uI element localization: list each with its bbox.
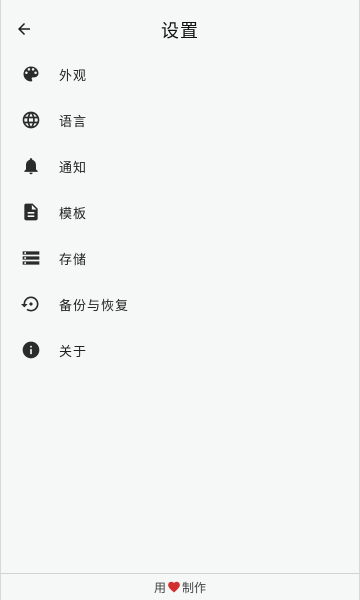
- page-title: 设置: [161, 21, 199, 42]
- menu-item-appearance[interactable]: 外观: [1, 51, 359, 97]
- footer: 用 制作: [1, 574, 359, 600]
- menu-item-notifications[interactable]: 通知: [1, 143, 359, 189]
- settings-screen: 设置 外观 语言 通知 模板 存储 备份与恢复 关于 用 制作: [0, 0, 360, 600]
- menu-item-storage[interactable]: 存储: [1, 235, 359, 281]
- menu-item-label: 外观: [59, 68, 88, 84]
- globe-icon: [21, 110, 41, 130]
- menu-item-label: 备份与恢复: [59, 298, 130, 314]
- storage-icon: [21, 248, 41, 268]
- menu-item-label: 存储: [59, 252, 88, 268]
- app-bar: 设置: [1, 8, 359, 50]
- menu-item-label: 模板: [59, 206, 88, 222]
- menu-item-label: 关于: [59, 344, 88, 360]
- document-icon: [21, 202, 41, 222]
- bell-icon: [21, 156, 41, 176]
- palette-icon: [21, 64, 41, 84]
- footer-prefix: 用: [153, 580, 166, 595]
- menu-item-templates[interactable]: 模板: [1, 189, 359, 235]
- menu-item-label: 语言: [59, 114, 88, 130]
- settings-menu: 外观 语言 通知 模板 存储 备份与恢复 关于: [1, 51, 359, 373]
- status-bar-fragment: [1, 0, 359, 4]
- menu-item-backup-restore[interactable]: 备份与恢复: [1, 281, 359, 327]
- footer-suffix: 制作: [182, 580, 207, 595]
- info-icon: [21, 340, 41, 360]
- menu-item-label: 通知: [59, 160, 88, 176]
- menu-item-language[interactable]: 语言: [1, 97, 359, 143]
- menu-item-about[interactable]: 关于: [1, 327, 359, 373]
- heart-icon: [167, 580, 181, 594]
- restore-icon: [21, 294, 41, 314]
